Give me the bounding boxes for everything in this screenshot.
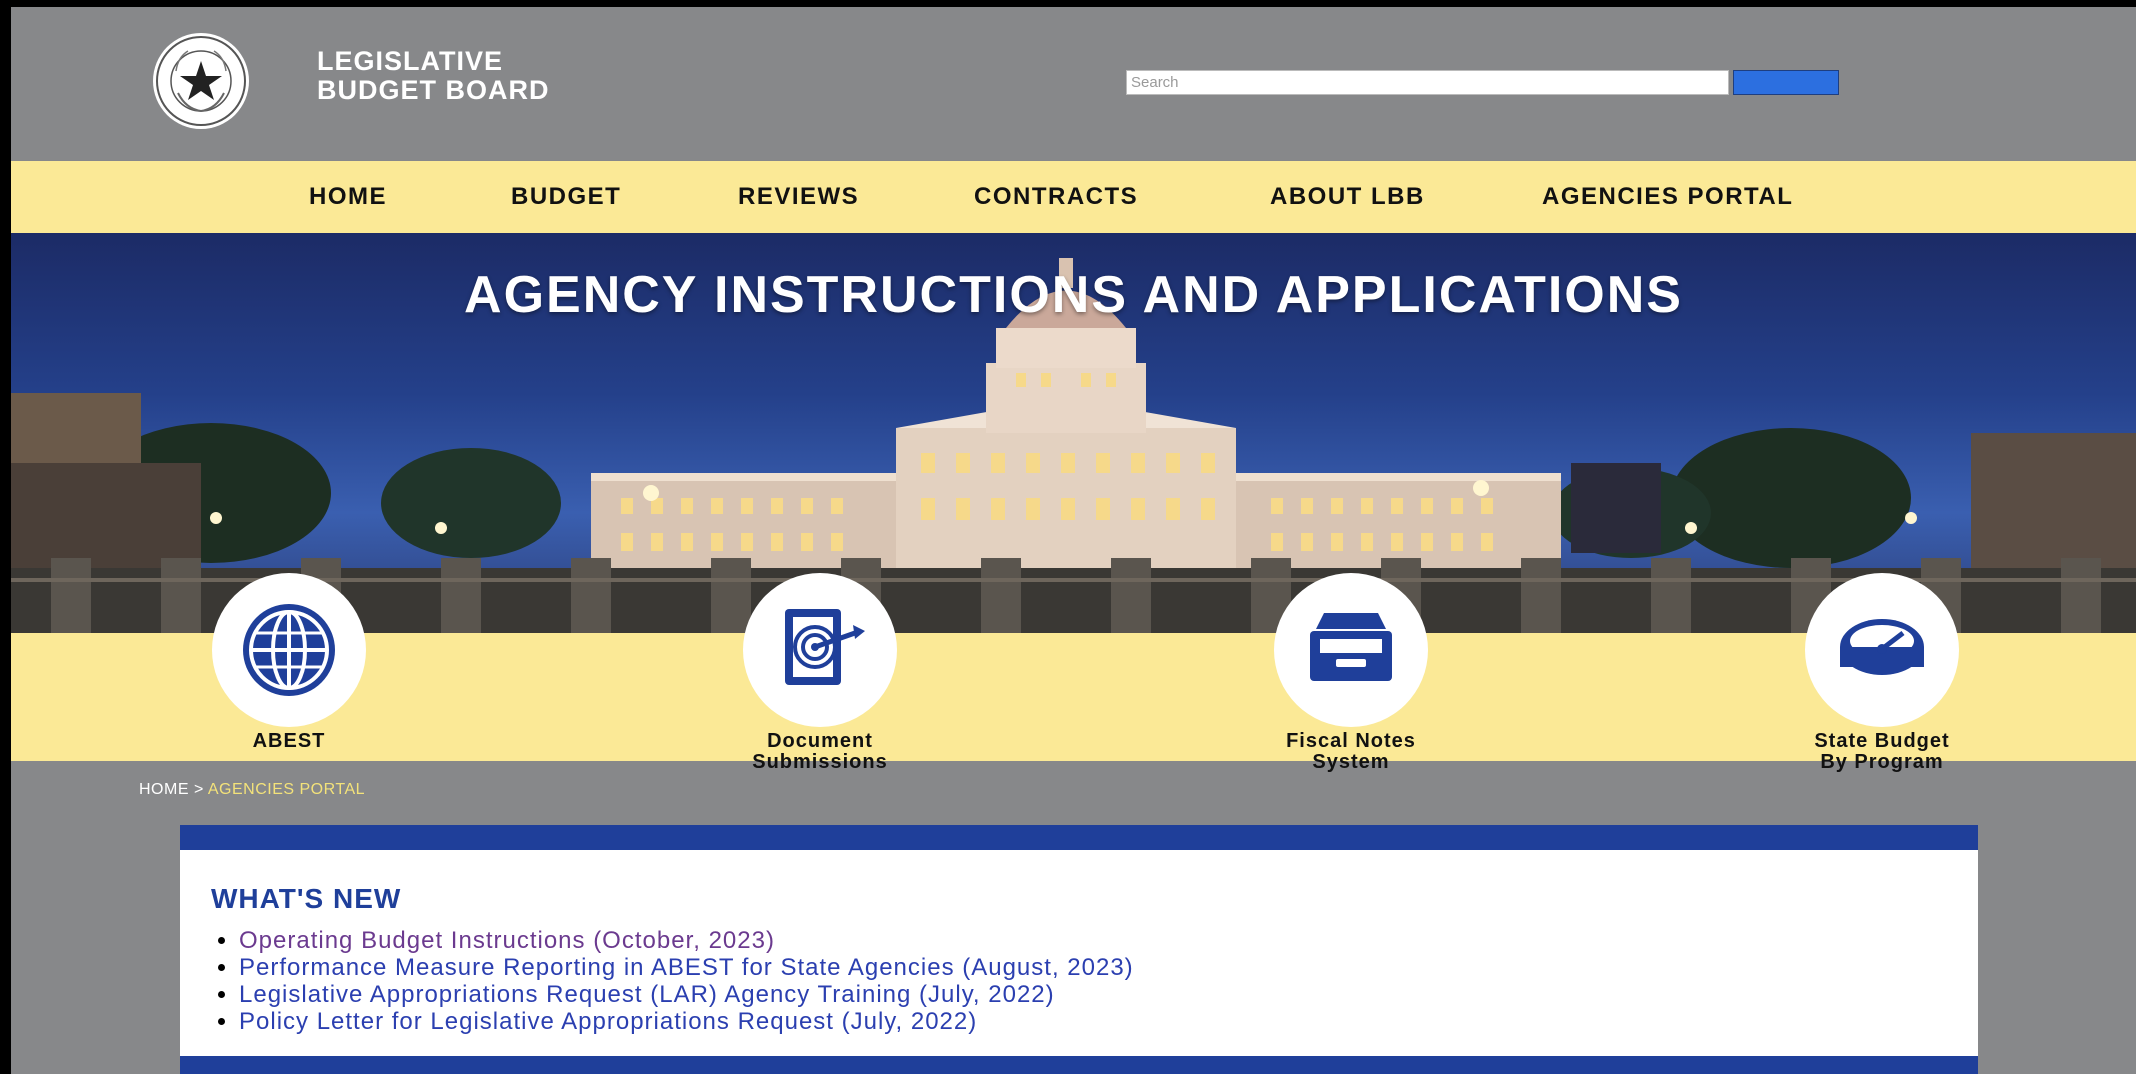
list-item: Performance Measure Reporting in ABEST f… — [239, 954, 1134, 981]
main-nav: HOME BUDGET REVIEWS CONTRACTS ABOUT LBB … — [11, 161, 2136, 233]
nav-item-budget[interactable]: BUDGET — [511, 161, 621, 233]
list-item: Legislative Appropriations Request (LAR)… — [239, 981, 1134, 1008]
site-title[interactable]: LEGISLATIVE BUDGET BOARD — [317, 47, 550, 105]
page-frame: LEGISLATIVE BUDGET BOARD HOME BUDGET REV… — [11, 7, 2136, 1074]
breadcrumb-home-link[interactable]: HOME — [139, 781, 189, 798]
whats-new-title: WHAT'S NEW — [211, 883, 402, 914]
quick-link-state-budget-by-program[interactable]: State Budget By Program — [1762, 573, 2002, 773]
document-target-icon — [743, 573, 897, 727]
hero-title: AGENCY INSTRUCTIONS AND APPLICATIONS — [464, 266, 1683, 324]
gauge-icon — [1805, 573, 1959, 727]
whats-new-panel: WHAT'S NEW Operating Budget Instructions… — [180, 825, 1978, 1074]
search-input[interactable] — [1126, 70, 1729, 95]
list-item: Policy Letter for Legislative Appropriat… — [239, 1008, 1134, 1035]
file-drawer-icon — [1274, 573, 1428, 727]
panel-top-bar — [180, 825, 1978, 850]
panel-bottom-bar — [180, 1056, 1978, 1074]
site-header: LEGISLATIVE BUDGET BOARD — [11, 7, 2136, 161]
nav-item-agencies-portal[interactable]: AGENCIES PORTAL — [1542, 161, 1793, 233]
quick-link-label: Fiscal Notes System — [1286, 730, 1416, 773]
quick-link-label: Document Submissions — [752, 730, 888, 773]
news-link-performance-measure[interactable]: Performance Measure Reporting in ABEST f… — [239, 954, 1134, 981]
news-link-operating-budget[interactable]: Operating Budget Instructions (October, … — [239, 927, 775, 954]
quick-link-fiscal-notes-system[interactable]: Fiscal Notes System — [1231, 573, 1471, 773]
whats-new-list: Operating Budget Instructions (October, … — [211, 927, 1134, 1035]
quick-link-label: State Budget By Program — [1814, 730, 1950, 773]
quick-links-band: ABEST Document Submissions Fiscal Notes … — [11, 573, 2136, 773]
breadcrumb: HOME > AGENCIES PORTAL — [139, 781, 365, 799]
breadcrumb-current: AGENCIES PORTAL — [207, 781, 366, 798]
site-title-line1: LEGISLATIVE — [317, 46, 504, 76]
nav-item-reviews[interactable]: REVIEWS — [738, 161, 859, 233]
nav-item-contracts[interactable]: CONTRACTS — [974, 161, 1138, 233]
quick-link-label: ABEST — [252, 730, 326, 752]
quick-link-document-submissions[interactable]: Document Submissions — [700, 573, 940, 773]
quick-link-abest[interactable]: ABEST — [169, 573, 409, 752]
nav-item-about-lbb[interactable]: ABOUT LBB — [1270, 161, 1425, 233]
texas-seal-logo[interactable] — [126, 31, 276, 131]
list-item: Operating Budget Instructions (October, … — [239, 927, 1134, 954]
nav-item-home[interactable]: HOME — [309, 161, 387, 233]
news-link-lar-training[interactable]: Legislative Appropriations Request (LAR)… — [239, 981, 1055, 1008]
breadcrumb-separator: > — [189, 781, 208, 798]
search-button[interactable] — [1733, 70, 1839, 95]
news-link-policy-letter[interactable]: Policy Letter for Legislative Appropriat… — [239, 1008, 977, 1035]
site-title-line2: BUDGET BOARD — [317, 75, 550, 105]
globe-icon — [212, 573, 366, 727]
